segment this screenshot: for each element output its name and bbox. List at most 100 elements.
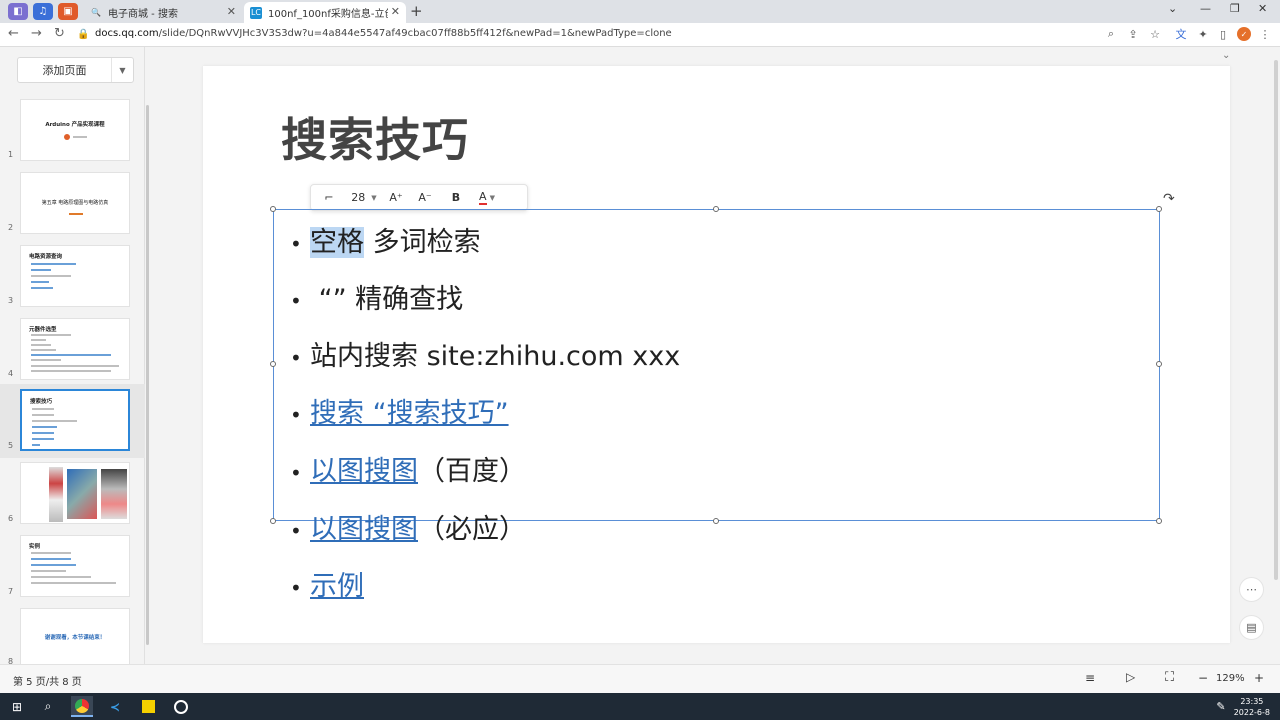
resize-handle[interactable] <box>713 206 719 212</box>
play-icon[interactable]: ▷ <box>1126 670 1135 684</box>
example-link[interactable]: 示例 <box>310 571 364 602</box>
pinned-tab-1[interactable]: ◧ <box>8 3 28 20</box>
pinned-tab-3[interactable]: ▣ <box>58 3 78 20</box>
bullet-item[interactable]: • 以图搜图（必应） <box>290 507 526 546</box>
font-size-select[interactable]: 28 ▼ <box>347 191 381 204</box>
new-tab-button[interactable]: + <box>410 2 423 20</box>
thumb-line <box>31 339 46 341</box>
bookmark-star-icon[interactable]: ☆ <box>1148 27 1162 41</box>
reload-icon[interactable]: ↻ <box>54 26 65 41</box>
forward-icon[interactable]: → <box>31 26 42 41</box>
sidepanel-icon[interactable]: ▯ <box>1216 27 1230 41</box>
search-icon[interactable]: ⌕ <box>37 696 59 717</box>
minimize-icon[interactable]: — <box>1200 2 1211 15</box>
notes-icon[interactable]: ▤ <box>1239 615 1264 640</box>
slide-thumbnail-3[interactable]: 电路资源查询 <box>20 245 130 307</box>
selected-text[interactable]: 空格 <box>310 227 364 258</box>
close-window-icon[interactable]: ✕ <box>1258 2 1267 15</box>
sticky-notes-icon[interactable] <box>137 696 159 717</box>
back-icon[interactable]: ← <box>8 26 19 41</box>
slide-thumbnail-2[interactable]: 第五章 电路原理图与电路仿真 <box>20 172 130 234</box>
url-field[interactable]: docs.qq.com/slide/DQnRwVVJHc3V3S3dw?u=4a… <box>95 28 672 39</box>
bullet-item[interactable]: • 搜索 “搜索技巧” <box>290 391 509 430</box>
close-icon[interactable]: ✕ <box>391 5 400 18</box>
close-icon[interactable]: ✕ <box>227 5 236 18</box>
tab-list-icon[interactable]: ⌄ <box>1168 2 1177 15</box>
increase-font-icon[interactable]: A⁺ <box>381 191 411 204</box>
pen-icon[interactable]: ✎ <box>1210 696 1232 717</box>
slide-thumbnail-6[interactable] <box>20 462 130 524</box>
slide-thumbnail-5[interactable]: 搜索技巧 <box>20 389 130 451</box>
bullet-text[interactable]: （百度） <box>418 456 526 487</box>
share-icon[interactable]: ⇪ <box>1126 27 1140 41</box>
thumb-line <box>31 570 66 572</box>
bullet-item[interactable]: • 示例 <box>290 564 364 603</box>
thumb-line <box>73 136 87 138</box>
system-clock[interactable]: 23:35 2022-6-8 <box>1234 696 1270 718</box>
bullet-text[interactable]: 多词检索 <box>364 227 481 258</box>
chevron-double-down-icon[interactable]: ⌄ <box>1222 50 1230 61</box>
app-icon[interactable] <box>170 696 192 717</box>
slide-thumbnail-8[interactable]: 谢谢观看，本节课结束！ <box>20 608 130 664</box>
pinned-tab-2[interactable]: ♫ <box>33 3 53 20</box>
extensions-icon[interactable]: ✦ <box>1196 27 1210 41</box>
add-page-button[interactable]: 添加页面 ▼ <box>17 57 134 83</box>
image-search-baidu-link[interactable]: 以图搜图 <box>310 456 418 487</box>
zoom-icon[interactable]: ⌕ <box>1104 27 1118 41</box>
bullet-item[interactable]: • 站内搜索 site:zhihu.com xxx <box>290 334 680 373</box>
bold-button[interactable]: B <box>439 191 473 204</box>
bullet-text[interactable]: “” 精确查找 <box>310 284 464 315</box>
more-options-icon[interactable]: ⋯ <box>1239 577 1264 602</box>
profile-avatar-icon[interactable]: ✓ <box>1237 27 1251 41</box>
resize-handle[interactable] <box>713 518 719 524</box>
sidebar-scrollbar[interactable] <box>146 105 149 645</box>
resize-handle[interactable] <box>1156 361 1162 367</box>
zoom-in-button[interactable]: + <box>1254 671 1264 685</box>
windows-start-icon[interactable]: ⊞ <box>6 696 28 717</box>
bullet-item[interactable]: • 以图搜图（百度） <box>290 449 526 488</box>
vscode-icon[interactable]: ≺ <box>104 696 126 717</box>
slide-thumbnail-7[interactable]: 实例 <box>20 535 130 597</box>
resize-handle[interactable] <box>270 518 276 524</box>
thumb-line <box>31 349 56 351</box>
resize-handle[interactable] <box>270 206 276 212</box>
thumb-line <box>31 269 51 271</box>
resize-handle[interactable] <box>1156 518 1162 524</box>
address-bar: ← → ↻ 🔒 docs.qq.com/slide/DQnRwVVJHc3V3S… <box>0 23 1280 47</box>
thumb-line <box>31 582 116 584</box>
bullet-dot: • <box>290 460 302 485</box>
format-painter-icon[interactable]: ⌐ <box>311 191 347 204</box>
zoom-level[interactable]: 129% <box>1216 673 1245 684</box>
image-search-bing-link[interactable]: 以图搜图 <box>310 514 418 545</box>
bullet-text[interactable]: （必应） <box>418 514 526 545</box>
chrome-icon[interactable] <box>71 696 93 717</box>
slide-title[interactable]: 搜索技巧 <box>281 104 469 170</box>
restore-icon[interactable]: ❐ <box>1230 2 1240 15</box>
thumb-line <box>31 344 51 346</box>
search-icon: 🔍 <box>91 8 101 17</box>
bullet-item[interactable]: • 空格 多词检索 <box>290 220 481 259</box>
chevron-down-icon[interactable]: ▼ <box>111 58 133 82</box>
font-color-button[interactable]: A ▼ <box>473 190 501 205</box>
tab-lcsc[interactable]: LC 100nf_100nf采购信息-立创电子 ✕ <box>244 2 406 23</box>
slide-thumbnail-1[interactable]: Arduino 产品实现课程 <box>20 99 130 161</box>
resize-handle[interactable] <box>1156 206 1162 212</box>
bullet-text[interactable]: 站内搜索 site:zhihu.com xxx <box>310 341 680 372</box>
rotate-icon[interactable]: ↷ <box>1163 191 1175 207</box>
resize-handle[interactable] <box>270 361 276 367</box>
thumb-line <box>69 213 83 215</box>
clock-time: 23:35 <box>1240 697 1264 706</box>
tab-search[interactable]: 🔍 电子商城 - 搜索 ✕ <box>84 2 242 23</box>
translate-icon[interactable]: 文 <box>1174 27 1188 41</box>
thumb-line <box>31 263 76 265</box>
fit-screen-icon[interactable]: ⛶ <box>1165 670 1174 685</box>
zoom-out-button[interactable]: − <box>1198 671 1208 685</box>
decrease-font-icon[interactable]: A⁻ <box>411 191 439 204</box>
notes-toggle-icon[interactable]: ≡ <box>1085 671 1095 685</box>
bullet-item[interactable]: • “” 精确查找 <box>290 277 463 316</box>
search-tips-link[interactable]: 搜索 “搜索技巧” <box>310 398 509 429</box>
canvas-scrollbar[interactable] <box>1274 60 1278 580</box>
menu-icon[interactable]: ⋮ <box>1258 27 1272 41</box>
lock-icon[interactable]: 🔒 <box>77 29 89 40</box>
slide-thumbnail-4[interactable]: 元器件选型 <box>20 318 130 380</box>
